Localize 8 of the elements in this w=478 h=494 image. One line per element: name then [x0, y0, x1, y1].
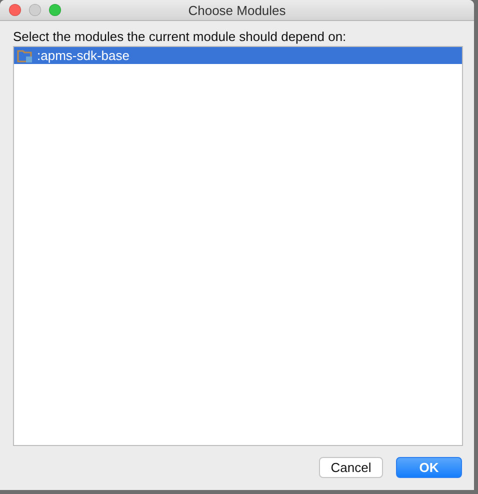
close-button[interactable]: [9, 4, 21, 16]
prompt-text: Select the modules the current module should depend on:: [13, 29, 348, 45]
window-title: Choose Modules: [188, 2, 286, 18]
folder-icon: [17, 48, 33, 62]
module-item[interactable]: :apms-sdk-base: [14, 47, 462, 64]
ok-button[interactable]: OK: [396, 457, 462, 478]
cancel-button[interactable]: Cancel: [319, 457, 383, 478]
zoom-button[interactable]: [49, 4, 61, 16]
